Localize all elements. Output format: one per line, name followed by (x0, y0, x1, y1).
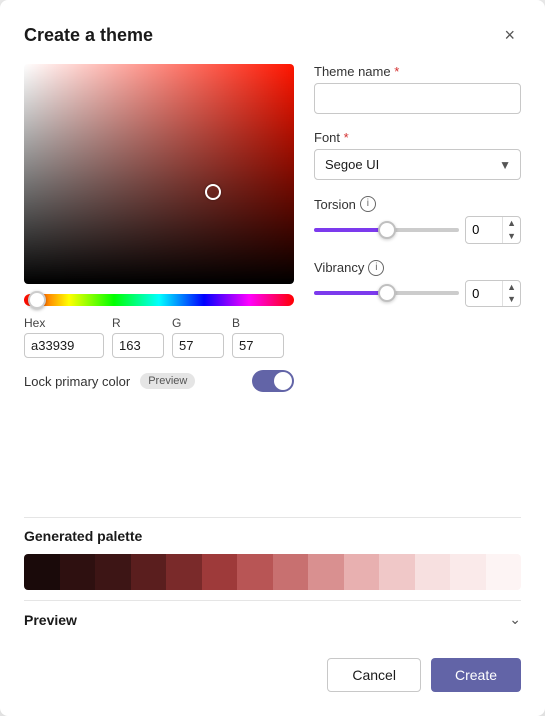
vibrancy-up-button[interactable]: ▲ (503, 281, 520, 294)
toggle-slider (252, 370, 294, 392)
palette-swatch[interactable] (95, 554, 131, 590)
main-content: Hex a33939 R 163 G 57 B 57 Lock prima (24, 64, 521, 507)
preview-badge: Preview (140, 373, 195, 389)
palette-swatch[interactable] (308, 554, 344, 590)
g-field-group: G 57 (172, 316, 224, 358)
torsion-info-icon: i (360, 196, 376, 212)
vibrancy-slider-row: ▲ ▼ (314, 280, 521, 308)
hex-field-group: Hex a33939 (24, 316, 104, 358)
create-theme-dialog: Create a theme × Hex a33939 R 163 (0, 0, 545, 716)
lock-primary-row: Lock primary color Preview (24, 370, 294, 392)
palette-swatch[interactable] (60, 554, 96, 590)
torsion-value-input[interactable] (466, 218, 502, 241)
b-input[interactable]: 57 (232, 333, 284, 358)
palette-swatch[interactable] (273, 554, 309, 590)
torsion-spinner: ▲ ▼ (465, 216, 521, 244)
r-input[interactable]: 163 (112, 333, 164, 358)
palette-swatch[interactable] (202, 554, 238, 590)
font-label: Font * (314, 130, 521, 145)
vibrancy-slider[interactable] (314, 291, 459, 295)
palette-swatch[interactable] (415, 554, 451, 590)
hex-rgb-row: Hex a33939 R 163 G 57 B 57 (24, 316, 294, 358)
create-button[interactable]: Create (431, 658, 521, 692)
cancel-button[interactable]: Cancel (327, 658, 421, 692)
palette-swatch[interactable] (166, 554, 202, 590)
left-panel: Hex a33939 R 163 G 57 B 57 Lock prima (24, 64, 294, 507)
palette-swatch[interactable] (131, 554, 167, 590)
theme-name-input[interactable] (314, 83, 521, 114)
torsion-label: Torsion (314, 197, 356, 212)
preview-section-label: Preview (24, 612, 77, 628)
hue-slider[interactable] (24, 294, 294, 306)
palette-swatch[interactable] (344, 554, 380, 590)
theme-name-field: Theme name * (314, 64, 521, 114)
close-button[interactable]: × (498, 24, 521, 46)
torsion-slider-wrap (314, 228, 459, 232)
dialog-header: Create a theme × (24, 24, 521, 46)
font-select-wrap: Segoe UI Arial Calibri Verdana ▼ (314, 149, 521, 180)
hex-label: Hex (24, 316, 104, 330)
preview-chevron-icon: ⌄ (509, 611, 521, 628)
vibrancy-info-icon: i (368, 260, 384, 276)
right-panel: Theme name * Font * Segoe UI Arial Calib… (314, 64, 521, 507)
vibrancy-value-input[interactable] (466, 282, 502, 305)
g-input[interactable]: 57 (172, 333, 224, 358)
vibrancy-slider-wrap (314, 291, 459, 295)
palette-swatch[interactable] (486, 554, 522, 590)
torsion-down-button[interactable]: ▼ (503, 230, 520, 243)
vibrancy-spinner-btns: ▲ ▼ (502, 281, 520, 307)
b-field-group: B 57 (232, 316, 284, 358)
divider-1 (24, 517, 521, 518)
g-label: G (172, 316, 224, 330)
font-field: Font * Segoe UI Arial Calibri Verdana ▼ (314, 130, 521, 180)
font-required-star: * (344, 130, 349, 145)
preview-header[interactable]: Preview ⌄ (24, 600, 521, 638)
palette-title: Generated palette (24, 528, 521, 544)
toggle-switch[interactable] (252, 370, 294, 392)
lock-primary-label: Lock primary color (24, 374, 130, 389)
torsion-slider[interactable] (314, 228, 459, 232)
r-label: R (112, 316, 164, 330)
b-label: B (232, 316, 284, 330)
vibrancy-spinner: ▲ ▼ (465, 280, 521, 308)
required-star: * (394, 64, 399, 79)
font-select[interactable]: Segoe UI Arial Calibri Verdana (314, 149, 521, 180)
torsion-section: Torsion i ▲ ▼ (314, 196, 521, 244)
preview-section: Preview ⌄ (24, 600, 521, 638)
vibrancy-label: Vibrancy (314, 260, 364, 275)
dialog-footer: Cancel Create (24, 638, 521, 692)
palette-section: Generated palette (24, 528, 521, 590)
palette-swatches (24, 554, 521, 590)
torsion-up-button[interactable]: ▲ (503, 217, 520, 230)
hex-input[interactable]: a33939 (24, 333, 104, 358)
torsion-slider-row: ▲ ▼ (314, 216, 521, 244)
palette-swatch[interactable] (237, 554, 273, 590)
torsion-label-row: Torsion i (314, 196, 521, 212)
theme-name-label: Theme name * (314, 64, 521, 79)
palette-swatch[interactable] (450, 554, 486, 590)
r-field-group: R 163 (112, 316, 164, 358)
vibrancy-down-button[interactable]: ▼ (503, 293, 520, 306)
torsion-spinner-btns: ▲ ▼ (502, 217, 520, 243)
palette-swatch[interactable] (379, 554, 415, 590)
color-canvas[interactable] (24, 64, 294, 284)
vibrancy-label-row: Vibrancy i (314, 260, 521, 276)
vibrancy-section: Vibrancy i ▲ ▼ (314, 260, 521, 308)
palette-swatch[interactable] (24, 554, 60, 590)
dialog-title: Create a theme (24, 25, 153, 46)
